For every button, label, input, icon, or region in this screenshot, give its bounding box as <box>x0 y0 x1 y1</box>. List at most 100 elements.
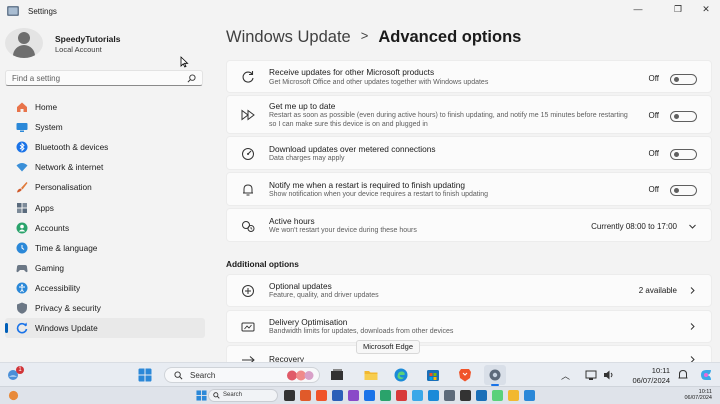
file-explorer-icon[interactable] <box>364 368 378 382</box>
accounts-icon <box>16 222 28 234</box>
setting-card-notify-restart[interactable]: Notify me when a restart is required to … <box>226 172 712 206</box>
setting-card-delivery-optimisation[interactable]: Delivery Optimisation Bandwidth limits f… <box>226 310 712 343</box>
setting-description: Bandwidth limits for updates, downloads … <box>269 328 454 335</box>
sidebar-item-label: Windows Update <box>35 323 98 334</box>
app-title: Settings <box>28 7 57 16</box>
host-app-icon-4[interactable] <box>348 390 359 401</box>
close-icon: ✕ <box>702 3 710 14</box>
sidebar-item-accounts[interactable]: Accounts <box>5 218 205 238</box>
host-app-icon-11[interactable] <box>460 390 471 401</box>
host-app-icon-13[interactable] <box>492 390 503 401</box>
toggle-state-label: Off <box>648 149 659 158</box>
sidebar-item-label: Network & internet <box>35 162 104 173</box>
chevron-down-icon[interactable] <box>688 222 697 231</box>
get-me-up-to-date-toggle[interactable] <box>670 111 697 122</box>
gaming-icon <box>16 264 28 272</box>
setting-title: Optional updates <box>269 281 332 291</box>
sidebar-item-system[interactable]: System <box>5 117 205 137</box>
metered-connections-toggle[interactable] <box>670 149 697 160</box>
host-app-icon-14[interactable] <box>508 390 519 401</box>
microsoft-store-icon[interactable] <box>426 368 440 382</box>
sidebar-item-personalisation[interactable]: Personalisation <box>5 177 205 197</box>
host-app-icon-2[interactable] <box>316 390 327 401</box>
user-profile[interactable]: SpeedyTutorials Local Account <box>5 28 205 58</box>
copilot-icon[interactable] <box>699 368 713 382</box>
host-app-icon-8[interactable] <box>412 390 423 401</box>
toggle-state-label: Off <box>648 185 659 194</box>
sidebar-item-windows-update[interactable]: Windows Update <box>5 318 205 339</box>
sidebar-item-gaming[interactable]: Gaming <box>5 258 205 278</box>
active-hours-icon <box>242 221 255 232</box>
recovery-icon <box>242 356 255 362</box>
delivery-optimisation-icon <box>241 322 255 332</box>
setting-card-recovery[interactable]: Recovery <box>226 345 712 362</box>
host-app-icon-7[interactable] <box>396 390 407 401</box>
setting-card-optional-updates[interactable]: Optional updates Feature, quality, and d… <box>226 274 712 307</box>
sidebar-item-label: Privacy & security <box>35 302 101 313</box>
search-icon <box>213 392 220 399</box>
host-app-icon-5[interactable] <box>364 390 375 401</box>
host-app-icon-3[interactable] <box>332 390 343 401</box>
setting-title: Recovery <box>269 354 305 362</box>
host-app-icon-10[interactable] <box>444 390 455 401</box>
host-clock-date: 06/07/2024 <box>684 395 712 401</box>
volume-icon[interactable] <box>603 368 615 382</box>
sidebar-item-label: Apps <box>35 202 54 213</box>
breadcrumb-separator: > <box>360 28 369 43</box>
taskbar-clock[interactable]: 10:11 06/07/2024 <box>620 366 670 385</box>
setting-title: Download updates over metered connection… <box>269 144 436 154</box>
breadcrumb-parent-link[interactable]: Windows Update <box>226 28 351 46</box>
minimize-button[interactable]: — <box>624 2 652 16</box>
search-input[interactable]: Find a setting <box>12 74 60 83</box>
setting-card-metered-connections[interactable]: Download updates over metered connection… <box>226 136 712 170</box>
host-app-icon-1[interactable] <box>300 390 311 401</box>
maximize-button[interactable]: ❐ <box>664 2 692 16</box>
host-app-icon-12[interactable] <box>476 390 487 401</box>
network-icon[interactable] <box>585 368 597 382</box>
host-taskbar-clock[interactable]: 10:11 06/07/2024 <box>668 389 712 401</box>
wifi-icon <box>16 163 28 172</box>
setting-title: Get me up to date <box>269 101 336 111</box>
sidebar-item-label: Accessibility <box>35 282 81 293</box>
task-view-icon[interactable] <box>330 368 344 382</box>
setting-card-other-products[interactable]: Receive updates for other Microsoft prod… <box>226 60 712 93</box>
host-app-icon-9[interactable] <box>428 390 439 401</box>
sidebar-item-label: Home <box>35 102 58 113</box>
host-app-icon-6[interactable] <box>380 390 391 401</box>
sidebar-item-accessibility[interactable]: Accessibility <box>5 278 205 298</box>
host-app-icon-15[interactable] <box>524 390 535 401</box>
setting-card-active-hours[interactable]: Active hours We won't restart your devic… <box>226 208 712 242</box>
sidebar-item-label: Bluetooth & devices <box>35 142 109 153</box>
receive-other-products-toggle[interactable] <box>670 74 697 85</box>
host-taskbar-search[interactable]: Search <box>208 389 278 402</box>
toggle-state-label: Off <box>648 111 659 120</box>
apps-icon <box>17 202 27 213</box>
host-start-button-icon[interactable] <box>196 390 207 401</box>
sidebar-item-privacy-security[interactable]: Privacy & security <box>5 298 205 318</box>
sidebar-item-home[interactable]: Home <box>5 97 205 117</box>
notify-restart-toggle[interactable] <box>670 185 697 196</box>
start-button-icon[interactable] <box>138 368 152 382</box>
close-button[interactable]: ✕ <box>692 2 720 16</box>
host-task-view-icon[interactable] <box>284 390 295 401</box>
taskbar-search[interactable]: Search <box>164 367 320 383</box>
settings-gear-icon[interactable] <box>488 368 502 382</box>
mouse-cursor-icon <box>180 56 189 68</box>
setting-title: Active hours <box>269 216 315 226</box>
notifications-bell-icon[interactable] <box>677 368 689 382</box>
show-hidden-icons-icon[interactable]: ︿ <box>561 369 570 382</box>
sidebar-item-apps[interactable]: Apps <box>5 197 205 217</box>
home-icon <box>17 102 27 113</box>
sidebar-item-network[interactable]: Network & internet <box>5 157 205 177</box>
host-weather-icon[interactable] <box>8 390 19 401</box>
sidebar-item-time-language[interactable]: Time & language <box>5 238 205 258</box>
maximize-icon: ❐ <box>673 3 683 14</box>
setting-card-get-me-up-to-date[interactable]: Get me up to date Restart as soon as pos… <box>226 95 712 134</box>
search-icon <box>187 74 196 83</box>
clock-date: 06/07/2024 <box>632 376 670 385</box>
microsoft-edge-icon[interactable] <box>394 368 408 382</box>
find-setting-search[interactable]: Find a setting <box>5 70 203 86</box>
brave-browser-icon[interactable] <box>458 368 472 382</box>
sidebar-item-bluetooth[interactable]: Bluetooth & devices <box>5 137 205 157</box>
toggle-state-label: Off <box>648 74 659 83</box>
